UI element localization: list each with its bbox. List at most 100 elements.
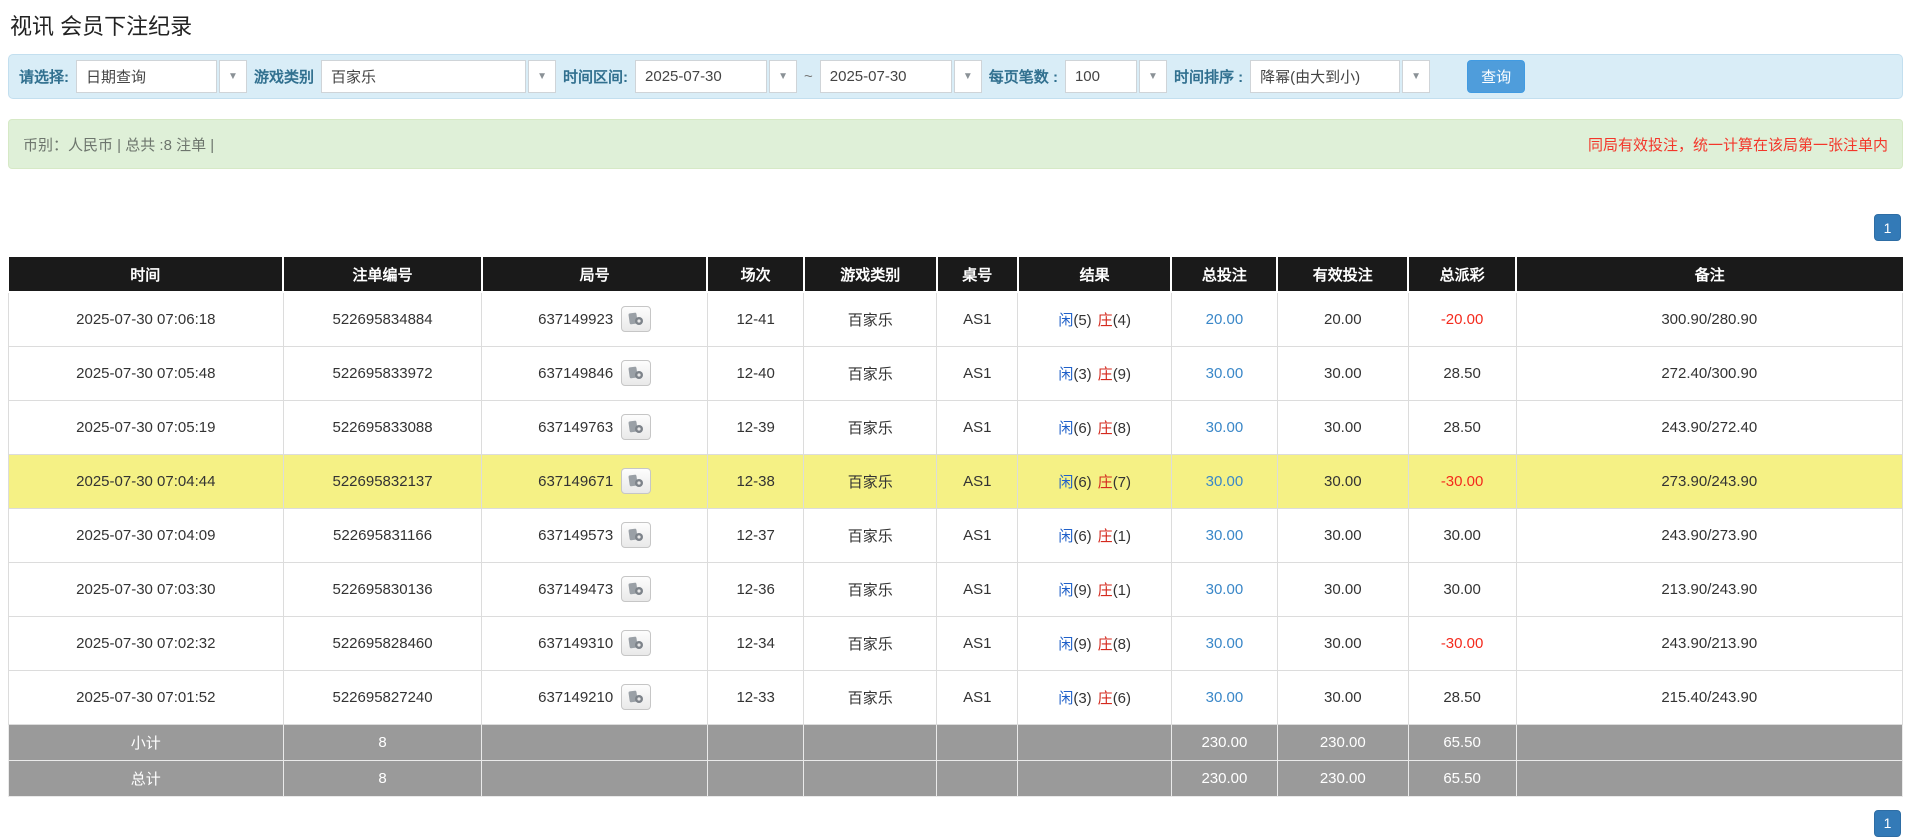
result-banker-score: (1) — [1113, 528, 1131, 545]
cell-total-bet[interactable]: 30.00 — [1171, 400, 1277, 454]
result-banker-score: (8) — [1113, 420, 1131, 437]
empty-cell — [1018, 724, 1171, 760]
page-1-button[interactable]: 1 — [1874, 214, 1901, 241]
cell-round: 637149923 — [482, 292, 707, 346]
cell-bet-id: 522695833088 — [283, 400, 482, 454]
cell-valid-bet: 20.00 — [1277, 292, 1408, 346]
col-result: 结果 — [1018, 257, 1171, 292]
page-title: 视讯 会员下注纪录 — [8, 0, 1903, 41]
game-result-icon[interactable] — [621, 414, 651, 440]
search-button[interactable]: 查询 — [1467, 60, 1525, 93]
cell-time: 2025-07-30 07:02:32 — [9, 616, 284, 670]
cell-round: 637149573 — [482, 508, 707, 562]
cell-session: 12-40 — [707, 346, 804, 400]
cell-result: 闲(6)庄(1) — [1018, 508, 1171, 562]
cell-total-bet[interactable]: 20.00 — [1171, 292, 1277, 346]
game-category-value[interactable]: 百家乐 — [321, 60, 526, 93]
cell-total-bet[interactable]: 30.00 — [1171, 562, 1277, 616]
result-player-score: (6) — [1073, 420, 1091, 437]
empty-cell — [1516, 724, 1902, 760]
page-size-select: 100 ▼ — [1065, 60, 1167, 93]
round-number: 637149671 — [538, 473, 613, 490]
cell-total-bet[interactable]: 30.00 — [1171, 508, 1277, 562]
cell-bet-id: 522695828460 — [283, 616, 482, 670]
empty-cell — [482, 724, 707, 760]
game-result-icon[interactable] — [621, 360, 651, 386]
cell-remark: 273.90/243.90 — [1516, 454, 1902, 508]
table-row: 2025-07-30 07:04:44 522695832137 6371496… — [9, 454, 1903, 508]
chevron-down-icon[interactable]: ▼ — [219, 60, 247, 93]
cell-remark: 243.90/272.40 — [1516, 400, 1902, 454]
page-1-button[interactable]: 1 — [1874, 810, 1901, 837]
summary-bar: 币别：人民币 | 总共 :8 注单 | 同局有效投注，统一计算在该局第一张注单内 — [8, 119, 1903, 169]
cell-game: 百家乐 — [804, 454, 937, 508]
chevron-down-icon[interactable]: ▼ — [1402, 60, 1430, 93]
cell-total-bet[interactable]: 30.00 — [1171, 454, 1277, 508]
cell-table: AS1 — [937, 292, 1018, 346]
total-label: 总计 — [9, 760, 284, 796]
cell-total-bet[interactable]: 30.00 — [1171, 346, 1277, 400]
col-game: 游戏类别 — [804, 257, 937, 292]
cell-result: 闲(3)庄(6) — [1018, 670, 1171, 724]
cell-payout: 30.00 — [1408, 508, 1516, 562]
cell-remark: 215.40/243.90 — [1516, 670, 1902, 724]
game-result-icon[interactable] — [621, 522, 651, 548]
subtotal-row: 小计 8 230.00 230.00 65.50 — [9, 724, 1903, 760]
empty-cell — [707, 760, 804, 796]
chevron-down-icon[interactable]: ▼ — [1139, 60, 1167, 93]
round-number: 637149210 — [538, 689, 613, 706]
page-size-value[interactable]: 100 — [1065, 60, 1137, 93]
cell-time: 2025-07-30 07:04:09 — [9, 508, 284, 562]
time-sort-value[interactable]: 降幂(由大到小) — [1250, 60, 1400, 93]
cell-bet-id: 522695830136 — [283, 562, 482, 616]
cell-round: 637149846 — [482, 346, 707, 400]
cell-payout: 28.50 — [1408, 346, 1516, 400]
table-row: 2025-07-30 07:05:48 522695833972 6371498… — [9, 346, 1903, 400]
cell-table: AS1 — [937, 616, 1018, 670]
game-result-icon[interactable] — [621, 630, 651, 656]
game-result-icon[interactable] — [621, 306, 651, 332]
date-to-value[interactable]: 2025-07-30 — [820, 60, 952, 93]
query-type-label: 请选择: — [19, 66, 69, 87]
table-row: 2025-07-30 07:06:18 522695834884 6371499… — [9, 292, 1903, 346]
cell-session: 12-41 — [707, 292, 804, 346]
time-sort-select: 降幂(由大到小) ▼ — [1250, 60, 1430, 93]
round-number: 637149923 — [538, 311, 613, 328]
cell-payout: -30.00 — [1408, 454, 1516, 508]
game-result-icon[interactable] — [621, 684, 651, 710]
cell-round: 637149671 — [482, 454, 707, 508]
date-from-value[interactable]: 2025-07-30 — [635, 60, 767, 93]
cell-total-bet[interactable]: 30.00 — [1171, 670, 1277, 724]
total-valid-bet: 230.00 — [1277, 760, 1408, 796]
result-banker-label: 庄 — [1098, 528, 1113, 545]
query-type-value[interactable]: 日期查询 — [76, 60, 217, 93]
result-player-score: (9) — [1073, 636, 1091, 653]
chevron-down-icon[interactable]: ▼ — [528, 60, 556, 93]
cell-total-bet[interactable]: 30.00 — [1171, 616, 1277, 670]
game-result-icon[interactable] — [621, 576, 651, 602]
result-player-label: 闲 — [1058, 474, 1073, 491]
round-number: 637149310 — [538, 635, 613, 652]
col-table: 桌号 — [937, 257, 1018, 292]
table-row: 2025-07-30 07:03:30 522695830136 6371494… — [9, 562, 1903, 616]
date-to-select: 2025-07-30 ▼ — [820, 60, 982, 93]
query-type-select: 日期查询 ▼ — [76, 60, 247, 93]
empty-cell — [937, 724, 1018, 760]
cell-table: AS1 — [937, 346, 1018, 400]
chevron-down-icon[interactable]: ▼ — [954, 60, 982, 93]
cell-valid-bet: 30.00 — [1277, 400, 1408, 454]
table-row: 2025-07-30 07:02:32 522695828460 6371493… — [9, 616, 1903, 670]
cell-payout: -30.00 — [1408, 616, 1516, 670]
cell-session: 12-34 — [707, 616, 804, 670]
cell-payout: 28.50 — [1408, 400, 1516, 454]
result-banker-score: (6) — [1113, 690, 1131, 707]
cell-round: 637149473 — [482, 562, 707, 616]
cell-table: AS1 — [937, 508, 1018, 562]
round-number: 637149473 — [538, 581, 613, 598]
empty-cell — [707, 724, 804, 760]
game-result-icon[interactable] — [621, 468, 651, 494]
cell-valid-bet: 30.00 — [1277, 562, 1408, 616]
chevron-down-icon[interactable]: ▼ — [769, 60, 797, 93]
round-number: 637149573 — [538, 527, 613, 544]
cell-bet-id: 522695827240 — [283, 670, 482, 724]
